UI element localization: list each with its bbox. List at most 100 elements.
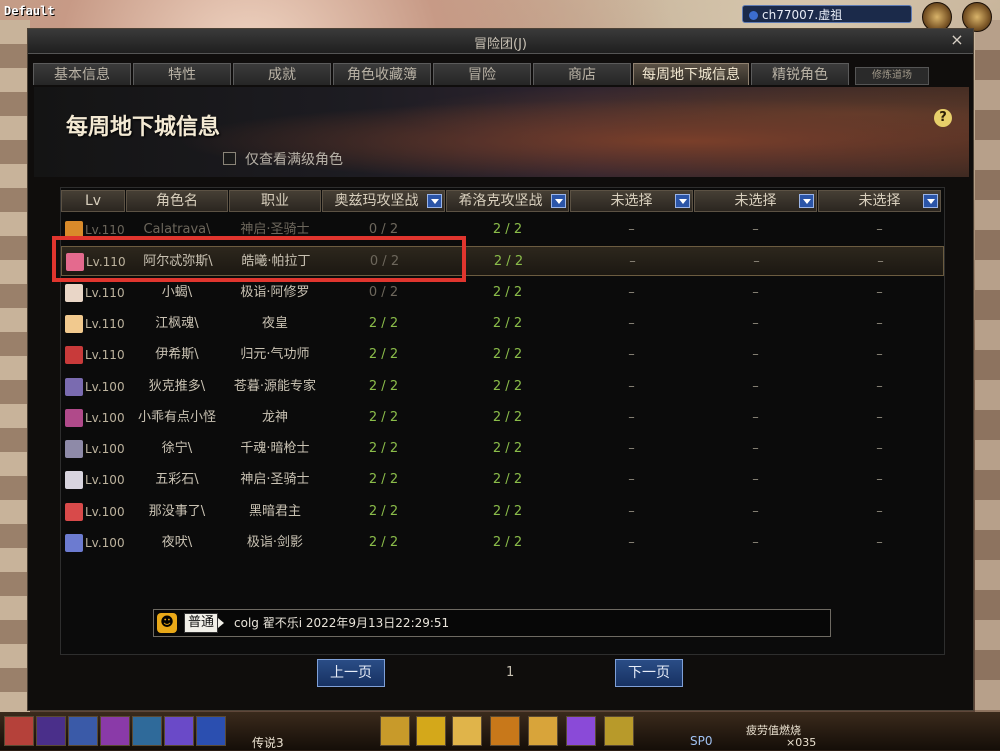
filter-label: 仅查看满级角色 xyxy=(245,152,343,168)
row-d5: – xyxy=(876,222,883,237)
row-job: 苍暮·源能专家 xyxy=(233,378,317,394)
skill-slot-4-icon[interactable] xyxy=(100,716,130,746)
header-dungeon-1[interactable]: 奥兹玛攻坚战 xyxy=(322,190,445,212)
row-d1: 2 / 2 xyxy=(368,409,399,425)
row-name: 徐宁\ xyxy=(161,441,193,457)
chat-channel-tag[interactable]: 普通 xyxy=(184,613,225,633)
help-icon[interactable]: ? xyxy=(934,109,952,127)
chat-message-bar[interactable]: ☻ 普通 colg 翟不乐i 2022年9月13日22:29:51 xyxy=(153,609,831,637)
row-name: 那没事了\ xyxy=(148,503,206,519)
skill-slot-10-icon[interactable] xyxy=(452,716,482,746)
window-titlebar[interactable]: 冒险团(J) × xyxy=(28,29,973,54)
max-level-filter[interactable]: 仅查看满级角色 xyxy=(223,149,343,169)
row-d1: 2 / 2 xyxy=(368,347,399,363)
tab-elite-characters[interactable]: 精锐角色 xyxy=(751,63,849,85)
row-job: 夜皇 xyxy=(261,315,288,331)
row-d2: 2 / 2 xyxy=(492,503,523,519)
row-d1: 2 / 2 xyxy=(368,315,399,331)
row-level: Lv.100 xyxy=(85,442,125,457)
row-job: 极诣·阿修罗 xyxy=(240,284,310,300)
skill-slot-9-icon[interactable] xyxy=(416,716,446,746)
header-level-label: Lv xyxy=(84,193,102,209)
skill-slot-7-icon[interactable] xyxy=(196,716,226,746)
header-dungeon-1-label: 奥兹玛攻坚战 xyxy=(334,193,419,209)
quest-label: 传说3 xyxy=(252,736,284,750)
table-row[interactable]: Lv.110 江枫魂\ 夜皇 2 / 2 2 / 2 – – – xyxy=(61,309,944,339)
row-job: 千魂·暗枪士 xyxy=(240,441,310,457)
skill-slot-2-icon[interactable] xyxy=(36,716,66,746)
chevron-down-icon[interactable] xyxy=(923,194,938,208)
row-d4: – xyxy=(752,284,759,300)
prev-page-button[interactable]: 上一页 xyxy=(317,659,385,687)
tab-traits[interactable]: 特性 xyxy=(133,63,231,85)
skill-slot-11-icon[interactable] xyxy=(490,716,520,746)
chevron-down-icon[interactable] xyxy=(799,194,814,208)
channel-indicator[interactable]: ch77007.虚祖 xyxy=(742,5,912,23)
row-d2: 2 / 2 xyxy=(492,409,523,425)
row-d2: 2 / 2 xyxy=(492,535,523,550)
chevron-down-icon[interactable] xyxy=(427,194,442,208)
tab-character-collection[interactable]: 角色收藏簿 xyxy=(333,63,431,85)
row-job: 极诣·剑影 xyxy=(246,535,304,550)
channel-dot-icon xyxy=(749,11,758,20)
table-row[interactable]: Lv.100 五彩石\ 神启·圣骑士 2 / 2 2 / 2 – – – xyxy=(61,465,944,495)
sp-label: SP0 xyxy=(690,734,713,748)
row-level: Lv.100 xyxy=(85,536,125,550)
header-dungeon-4-label: 未选择 xyxy=(734,193,777,209)
skill-slot-6-icon[interactable] xyxy=(164,716,194,746)
row-d5: – xyxy=(876,315,883,331)
table-row[interactable]: Lv.100 那没事了\ 黑暗君主 2 / 2 2 / 2 – – – xyxy=(61,497,944,527)
row-d2: 2 / 2 xyxy=(492,472,523,488)
row-d1: 2 / 2 xyxy=(368,503,399,519)
row-d4: – xyxy=(752,409,759,425)
skill-slot-8-icon[interactable] xyxy=(380,716,410,746)
row-name: 小乖有点小怪 xyxy=(137,409,216,425)
character-avatar-icon xyxy=(65,502,83,521)
row-d5: – xyxy=(876,284,883,300)
skill-slot-3-icon[interactable] xyxy=(68,716,98,746)
tab-basic-info[interactable]: 基本信息 xyxy=(33,63,131,85)
table-row[interactable]: Lv.100 小乖有点小怪 龙神 2 / 2 2 / 2 – – – xyxy=(61,403,944,433)
channel-label: ch77007.虚祖 xyxy=(762,8,843,22)
close-icon[interactable]: × xyxy=(949,32,965,48)
character-avatar-icon xyxy=(65,314,83,333)
emoji-icon[interactable]: ☻ xyxy=(157,613,177,633)
row-d5: – xyxy=(876,503,883,519)
row-level: Lv.100 xyxy=(85,504,125,519)
row-job: 龙神 xyxy=(261,409,288,425)
table-row[interactable]: Lv.110 伊希斯\ 归元·气功师 2 / 2 2 / 2 – – – xyxy=(61,340,944,370)
row-d1: 2 / 2 xyxy=(368,535,399,550)
table-row[interactable]: Lv.100 狄克推多\ 苍暮·源能专家 2 / 2 2 / 2 – – – xyxy=(61,372,944,402)
header-dungeon-2[interactable]: 希洛克攻坚战 xyxy=(446,190,569,212)
tab-achievements[interactable]: 成就 xyxy=(233,63,331,85)
header-dungeon-4[interactable]: 未选择 xyxy=(694,190,817,212)
row-d2: 2 / 2 xyxy=(492,378,523,394)
row-d5: – xyxy=(876,347,883,363)
skill-slot-1-icon[interactable] xyxy=(4,716,34,746)
row-level: Lv.110 xyxy=(85,316,125,331)
header-dungeon-3[interactable]: 未选择 xyxy=(570,190,693,212)
table-row[interactable]: Lv.110 小蝎\ 极诣·阿修罗 0 / 2 2 / 2 – – – xyxy=(61,278,944,308)
table-row[interactable]: Lv.100 夜吠\ 极诣·剑影 2 / 2 2 / 2 – – – xyxy=(61,528,944,558)
skill-slot-12-icon[interactable] xyxy=(528,716,558,746)
table-header: Lv 角色名 职业 奥兹玛攻坚战 希洛克攻坚战 未选择 未选择 未选择 xyxy=(61,190,944,212)
skill-slot-5-icon[interactable] xyxy=(132,716,162,746)
table-row[interactable]: Lv.100 徐宁\ 千魂·暗枪士 2 / 2 2 / 2 – – – xyxy=(61,434,944,464)
corner-label: Default xyxy=(4,4,55,18)
tab-shop[interactable]: 商店 xyxy=(533,63,631,85)
filter-checkbox[interactable] xyxy=(223,152,236,165)
header-dungeon-5-label: 未选择 xyxy=(858,193,901,209)
row-d3: – xyxy=(628,535,635,550)
chevron-down-icon[interactable] xyxy=(675,194,690,208)
next-page-button[interactable]: 下一页 xyxy=(615,659,683,687)
skill-slot-13-icon[interactable] xyxy=(566,716,596,746)
skill-slot-14-icon[interactable] xyxy=(604,716,634,746)
tab-adventure[interactable]: 冒险 xyxy=(433,63,531,85)
row-d4: – xyxy=(752,378,759,394)
header-dungeon-5[interactable]: 未选择 xyxy=(818,190,941,212)
gold-count: ×035 xyxy=(786,736,817,749)
header-job-label: 职业 xyxy=(261,193,289,209)
tab-training-ground[interactable]: 修炼道场 xyxy=(855,67,929,85)
chevron-down-icon[interactable] xyxy=(551,194,566,208)
tab-weekly-dungeon[interactable]: 每周地下城信息 xyxy=(633,63,749,85)
